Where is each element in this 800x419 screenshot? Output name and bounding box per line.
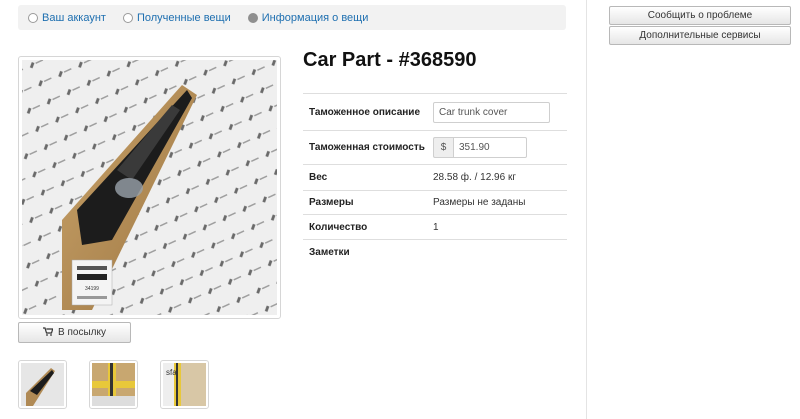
weight-row: Вес 28.58 ф. / 12.96 кг: [303, 164, 567, 190]
item-details-table: Таможенное описание Car trunk cover Тамо…: [303, 93, 567, 265]
tab-item-info[interactable]: Информация о вещи: [247, 11, 369, 24]
notes-row: Заметки: [303, 239, 567, 265]
thumbnail-3-image: sfa: [163, 363, 206, 406]
breadcrumb-tabs: Ваш аккаунт Полученные вещи Информация о…: [18, 5, 566, 30]
report-problem-button[interactable]: Сообщить о проблеме: [609, 6, 791, 25]
thumbnail-1-image: [21, 363, 64, 406]
weight-value: 28.58 ф. / 12.96 кг: [433, 172, 516, 183]
add-to-parcel-label: В посылку: [58, 327, 106, 338]
svg-text:sfa: sfa: [166, 368, 177, 377]
thumbnail-2[interactable]: [89, 360, 138, 409]
customs-value-field[interactable]: 351.90: [453, 137, 527, 158]
tab-account[interactable]: Ваш аккаунт: [28, 12, 106, 24]
tab-received-items-label: Полученные вещи: [136, 11, 231, 24]
photo-label: 34199: [85, 286, 99, 292]
quantity-label: Количество: [309, 221, 368, 233]
customs-value-row: Таможенная стоимость $ 351.90: [303, 130, 567, 164]
customs-value-input-group: $ 351.90: [433, 137, 567, 158]
notes-label: Заметки: [309, 247, 350, 258]
thumbnail-1[interactable]: [18, 360, 67, 409]
thumbnail-2-image: [92, 363, 135, 406]
item-photo-image: 34199: [22, 60, 277, 315]
customs-description-field[interactable]: Car trunk cover: [433, 101, 550, 123]
add-to-parcel-button[interactable]: В посылку: [18, 322, 131, 343]
column-divider: [586, 0, 587, 419]
tab-received-items[interactable]: Полученные вещи: [122, 11, 231, 24]
cart-icon: [43, 326, 54, 339]
radio-icon: [28, 12, 38, 23]
thumbnail-3[interactable]: sfa: [160, 360, 209, 409]
quantity-row: Количество 1: [303, 214, 567, 239]
radio-icon: [122, 12, 133, 23]
tab-account-label: Ваш аккаунт: [42, 11, 106, 24]
customs-value-label: Таможенная стоимость: [309, 142, 425, 153]
item-photo[interactable]: 34199: [18, 56, 281, 319]
size-row: Размеры Размеры не заданы: [303, 190, 567, 214]
weight-label: Вес: [309, 172, 328, 183]
page-title: Car Part - #368590: [303, 49, 477, 71]
radio-checked-icon: [247, 12, 258, 23]
currency-symbol: $: [433, 137, 453, 158]
customs-description-row: Таможенное описание Car trunk cover: [303, 93, 567, 130]
size-value: Размеры не заданы: [433, 197, 526, 208]
customs-description-label: Таможенное описание: [309, 106, 421, 118]
extra-services-button[interactable]: Дополнительные сервисы: [609, 26, 791, 45]
tab-item-info-label: Информация о вещи: [261, 11, 369, 24]
quantity-value: 1: [433, 221, 439, 233]
size-label: Размеры: [309, 197, 354, 208]
